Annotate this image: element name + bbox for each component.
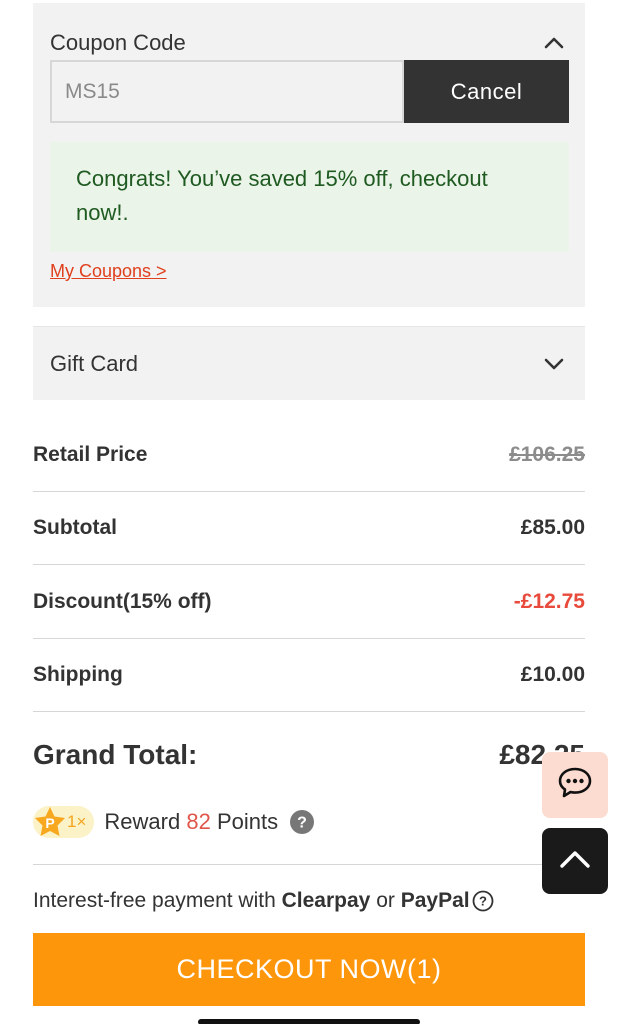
coupon-header[interactable]: Coupon Code — [50, 27, 565, 59]
shipping-value: £10.00 — [520, 662, 585, 686]
svg-text:?: ? — [479, 894, 487, 909]
subtotal-value: £85.00 — [520, 515, 585, 539]
question-outline-icon[interactable]: ? — [472, 890, 494, 912]
retail-price-row: Retail Price £106.25 — [33, 418, 585, 492]
discount-row: Discount(15% off) -£12.75 — [33, 565, 585, 639]
chat-bubble-icon — [557, 766, 593, 805]
reward-suffix: Points — [216, 809, 279, 834]
gift-card-header[interactable]: Gift Card — [50, 327, 565, 401]
subtotal-label: Subtotal — [33, 515, 117, 539]
coupon-input[interactable] — [50, 60, 404, 123]
reward-badge-letter: P — [45, 815, 54, 831]
shipping-label: Shipping — [33, 662, 123, 686]
reward-points: 82 — [186, 809, 211, 834]
grand-total-row: Grand Total: £82.25 — [33, 730, 585, 780]
interest-free-row: Interest-free payment with Clearpay or P… — [33, 884, 593, 918]
reward-row: P 1× Reward 82 Points ? — [33, 802, 473, 842]
interest-free-joiner: or — [376, 889, 395, 912]
retail-price-value: £106.25 — [509, 442, 585, 466]
coupon-panel: Coupon Code Cancel Congrats! You’ve save… — [33, 3, 585, 307]
chevron-down-icon[interactable] — [543, 353, 565, 375]
discount-label: Discount(15% off) — [33, 589, 212, 613]
reward-divider — [33, 864, 585, 865]
interest-free-prefix: Interest-free payment with — [33, 889, 276, 912]
checkout-now-button[interactable]: CHECKOUT NOW(1) — [33, 933, 585, 1006]
reward-prefix: Reward — [104, 809, 181, 834]
coupon-input-row: Cancel — [50, 60, 569, 123]
coupon-cancel-button[interactable]: Cancel — [404, 60, 569, 123]
reward-text: Reward 82 Points — [104, 809, 278, 835]
reward-multiplier: 1× — [67, 812, 87, 831]
discount-value: -£12.75 — [513, 589, 585, 613]
my-coupons-link[interactable]: My Coupons > — [50, 261, 167, 282]
arrow-up-icon — [559, 849, 591, 874]
subtotal-row: Subtotal £85.00 — [33, 491, 585, 565]
question-circle-icon[interactable]: ? — [290, 810, 315, 834]
home-indicator — [198, 1019, 420, 1024]
shipping-row: Shipping £10.00 — [33, 638, 585, 712]
coupon-success-message: Congrats! You’ve saved 15% off, checkout… — [50, 142, 569, 252]
paypal-label: PayPal — [400, 889, 470, 912]
reward-badge: P 1× — [33, 806, 95, 838]
svg-text:?: ? — [297, 815, 307, 832]
star-points-icon: P — [33, 806, 67, 838]
gift-card-panel[interactable]: Gift Card — [33, 326, 585, 400]
retail-price-label: Retail Price — [33, 442, 148, 466]
clearpay-label: Clearpay — [281, 889, 371, 912]
back-to-top-button[interactable] — [542, 828, 608, 894]
gift-card-title: Gift Card — [50, 351, 139, 376]
grand-total-label: Grand Total: — [33, 739, 198, 770]
coupon-title: Coupon Code — [50, 30, 186, 55]
chat-button[interactable] — [542, 752, 608, 818]
chevron-up-icon[interactable] — [543, 32, 565, 54]
